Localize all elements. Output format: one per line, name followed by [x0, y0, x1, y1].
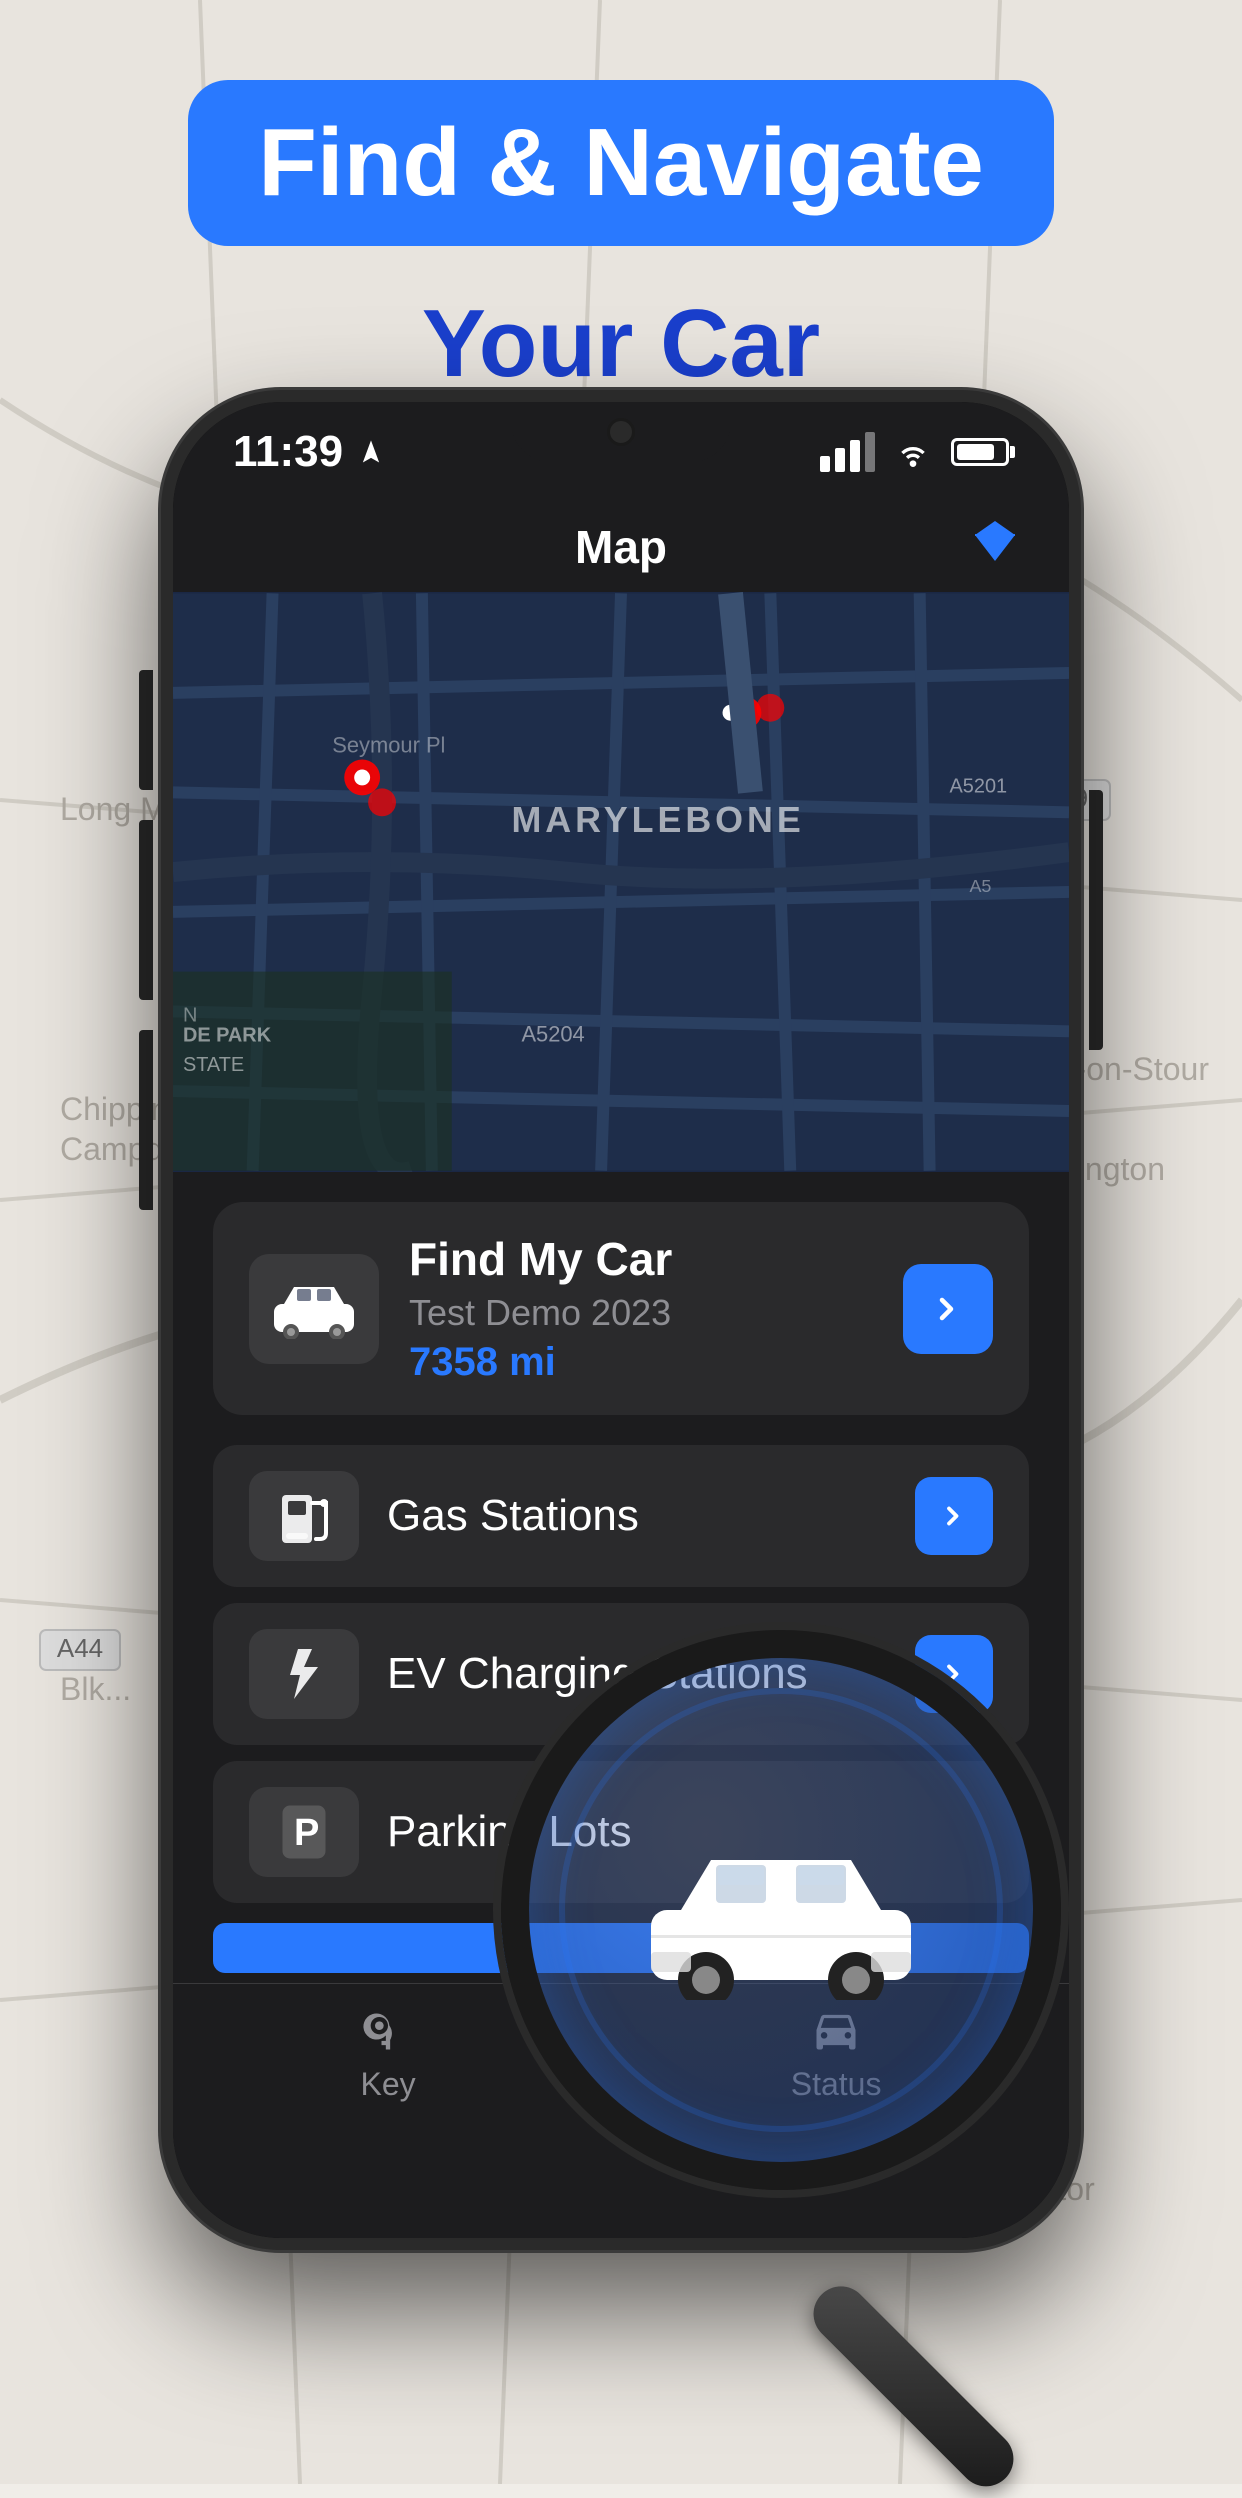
find-car-info: Find My Car Test Demo 2023 7358 mi [409, 1232, 873, 1385]
svg-text:MARYLEBONE: MARYLEBONE [511, 800, 804, 840]
tab-key-label: Key [361, 2066, 416, 2103]
ev-icon-box [249, 1629, 359, 1719]
gas-stations-item[interactable]: Gas Stations [213, 1445, 1029, 1587]
svg-text:A5204: A5204 [521, 1021, 584, 1046]
svg-text:A5201: A5201 [950, 775, 1008, 797]
front-camera [607, 418, 635, 446]
parking-icon: P [276, 1799, 332, 1865]
svg-text:N: N [183, 1004, 197, 1026]
app-title: Map [575, 520, 667, 574]
map-area[interactable]: Seymour Pl A5204 A5201 A5 DE PARK STATE … [173, 592, 1069, 1172]
gas-icon-box [249, 1471, 359, 1561]
svg-text:A44: A44 [57, 1633, 103, 1663]
phone-notch [511, 402, 731, 462]
key-icon [362, 2004, 414, 2056]
header-area: Find & Navigate Your Car [0, 80, 1242, 401]
magnifier-lens [501, 1630, 1061, 2190]
title-badge: Find & Navigate [188, 80, 1053, 246]
wifi-icon [893, 437, 933, 467]
status-icons [820, 432, 1009, 472]
title-line2: Your Car [422, 286, 820, 401]
location-arrow-icon [357, 438, 385, 466]
svg-text:Seymour Pl: Seymour Pl [332, 733, 445, 758]
side-button-vol-down [139, 1030, 153, 1210]
side-button-vol-up [139, 820, 153, 1000]
car-icon [269, 1279, 359, 1339]
svg-text:A5: A5 [969, 876, 991, 896]
gas-stations-label: Gas Stations [387, 1491, 887, 1541]
side-button-mute [139, 670, 153, 790]
find-car-distance: 7358 mi [409, 1340, 873, 1385]
svg-text:STATE: STATE [183, 1054, 244, 1076]
parking-icon-box: P [249, 1787, 359, 1877]
status-time: 11:39 [233, 427, 343, 477]
find-car-arrow-button[interactable] [903, 1264, 993, 1354]
find-car-card[interactable]: Find My Car Test Demo 2023 7358 mi [213, 1202, 1029, 1415]
car-icon-box [249, 1254, 379, 1364]
tab-key[interactable]: Key [361, 2004, 416, 2103]
svg-text:Blk...: Blk... [60, 1671, 131, 1707]
diamond-icon[interactable] [971, 517, 1019, 577]
svg-text:DE PARK: DE PARK [183, 1024, 272, 1046]
ev-charging-icon [276, 1641, 332, 1707]
magnifier-overlay [501, 1630, 1201, 2330]
title-line1: Find & Navigate [258, 110, 983, 216]
find-car-title: Find My Car [409, 1232, 873, 1286]
signal-icon [820, 432, 875, 472]
side-button-power [1089, 790, 1103, 1050]
gas-stations-arrow-button[interactable] [915, 1477, 993, 1555]
gas-pump-icon [276, 1483, 332, 1549]
app-header: Map [173, 502, 1069, 592]
battery-icon [951, 438, 1009, 466]
map-svg: Seymour Pl A5204 A5201 A5 DE PARK STATE … [173, 592, 1069, 1172]
phone-mockup: 11:39 [161, 390, 1081, 2250]
svg-text:P: P [294, 1812, 319, 1854]
find-car-subtitle: Test Demo 2023 [409, 1292, 873, 1334]
